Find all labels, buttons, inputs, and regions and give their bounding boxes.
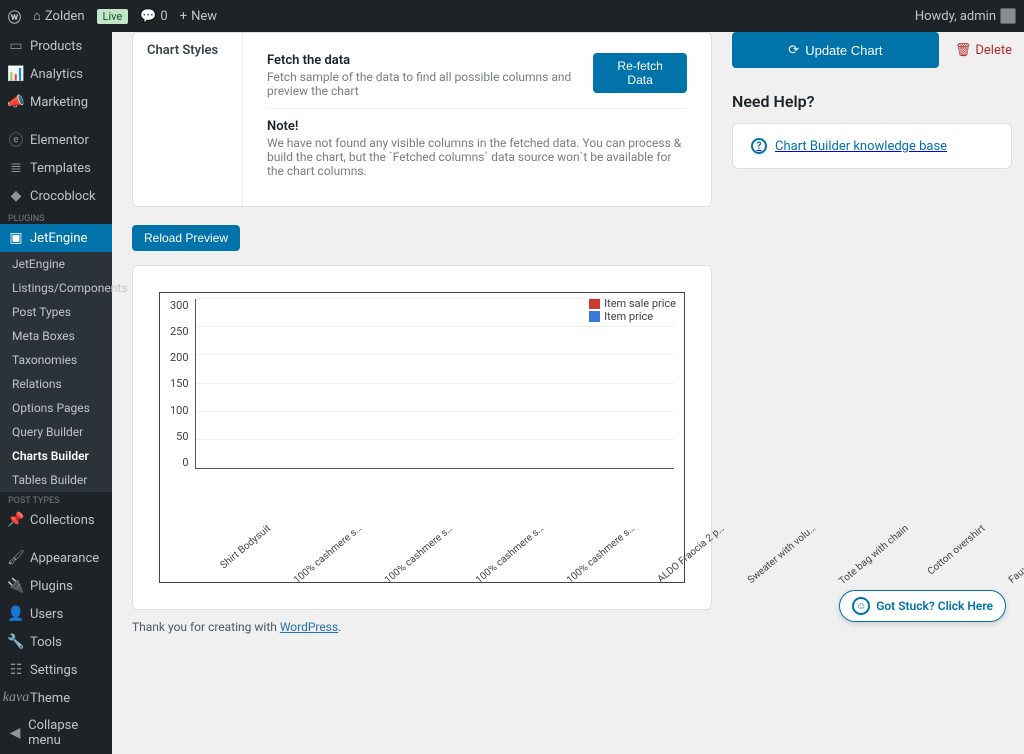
crocoblock-icon: ◆ xyxy=(8,188,24,204)
footer: Thank you for creating with WordPress. xyxy=(132,610,712,644)
user-icon: 👤 xyxy=(8,606,24,622)
nav-collections[interactable]: 📌Collections xyxy=(0,506,112,534)
sub-charts-builder[interactable]: Charts Builder xyxy=(0,444,112,468)
sub-taxonomies[interactable]: Taxonomies xyxy=(0,348,112,372)
kava-icon: kava xyxy=(8,690,24,706)
jetengine-icon: ▣ xyxy=(8,230,24,246)
avatar xyxy=(1000,8,1016,24)
site-link[interactable]: ⌂ Zolden xyxy=(33,8,85,24)
tab-chart-styles[interactable]: Chart Styles xyxy=(147,43,218,58)
sub-relations[interactable]: Relations xyxy=(0,372,112,396)
question-icon: ? xyxy=(751,138,767,154)
plus-icon: + xyxy=(180,9,187,24)
wordpress-icon: ⓦ xyxy=(8,7,21,26)
wrench-icon: 🔧 xyxy=(8,634,24,650)
comments-link[interactable]: 💬0 xyxy=(140,9,168,24)
sub-tables-builder[interactable]: Tables Builder xyxy=(0,468,112,492)
note-desc: We have not found any visible columns in… xyxy=(267,136,687,178)
got-stuck-button[interactable]: ☺ Got Stuck? Click Here xyxy=(839,590,1006,622)
nav-analytics[interactable]: 📊Analytics xyxy=(0,60,112,88)
trash-icon: 🗑 xyxy=(955,43,972,58)
note-heading: Note! xyxy=(267,119,687,134)
sub-query-builder[interactable]: Query Builder xyxy=(0,420,112,444)
templates-icon: ≣ xyxy=(8,160,24,176)
live-badge: Live xyxy=(97,9,129,24)
x-tick-label: Cotton overshirt xyxy=(926,523,988,577)
home-icon: ⌂ xyxy=(33,8,41,24)
admin-toolbar: ⓦ ⌂Zolden Live 💬0 +New Howdy, admin xyxy=(0,0,1024,32)
help-icon: ☺ xyxy=(852,597,870,615)
nav-tools[interactable]: 🔧Tools xyxy=(0,628,112,656)
fetch-desc: Fetch sample of the data to find all pos… xyxy=(267,70,573,98)
chart-preview: Item sale price Item price 3002502001501… xyxy=(132,265,712,610)
site-name: Zolden xyxy=(45,9,85,24)
sub-post-types[interactable]: Post Types xyxy=(0,300,112,324)
comment-count: 0 xyxy=(160,9,167,24)
sub-meta-boxes[interactable]: Meta Boxes xyxy=(0,324,112,348)
plug-icon: 🔌 xyxy=(8,578,24,594)
sub-listings[interactable]: Listings/Components xyxy=(0,276,112,300)
need-help-title: Need Help? xyxy=(732,92,1012,111)
pin-icon: 📌 xyxy=(8,512,24,528)
x-tick-label: Tote bag with chain xyxy=(837,523,911,587)
kb-label: Chart Builder knowledge base xyxy=(775,139,947,154)
nav-plugins[interactable]: 🔌Plugins xyxy=(0,572,112,600)
update-chart-button[interactable]: ⟳Update Chart xyxy=(732,32,939,68)
section-plugins: PLUGINS xyxy=(0,210,112,224)
wp-logo[interactable]: ⓦ xyxy=(8,7,21,26)
nav-appearance[interactable]: 🖌Appearance xyxy=(0,544,112,572)
refetch-button[interactable]: Re-fetch Data xyxy=(593,53,687,93)
new-link[interactable]: + New xyxy=(180,9,217,24)
fetch-section: Fetch the data Fetch sample of the data … xyxy=(267,43,687,109)
nav-elementor[interactable]: ⓔElementor xyxy=(0,126,112,154)
new-label: New xyxy=(191,9,217,24)
delete-link[interactable]: 🗑Delete xyxy=(955,43,1012,58)
products-icon: ▭ xyxy=(8,38,24,54)
nav-marketing[interactable]: 📣Marketing xyxy=(0,88,112,116)
refresh-icon: ⟳ xyxy=(788,42,799,58)
plot-area xyxy=(195,299,674,469)
howdy-link[interactable]: Howdy, admin xyxy=(915,8,1016,24)
nav-theme[interactable]: kavaTheme xyxy=(0,684,112,712)
marketing-icon: 📣 xyxy=(8,94,24,110)
nav-crocoblock[interactable]: ◆Crocoblock xyxy=(0,182,112,210)
footer-text: Thank you for creating with xyxy=(132,620,280,634)
nav-settings[interactable]: ☷Settings xyxy=(0,656,112,684)
brush-icon: 🖌 xyxy=(8,550,24,566)
wordpress-link[interactable]: WordPress xyxy=(280,620,338,634)
comment-icon: 💬 xyxy=(140,9,156,24)
nav-jetengine[interactable]: ▣JetEngine xyxy=(0,224,112,252)
section-posttypes: POST TYPES xyxy=(0,492,112,506)
nav-users[interactable]: 👤Users xyxy=(0,600,112,628)
sliders-icon: ☷ xyxy=(8,662,24,678)
collapse-menu[interactable]: ◀Collapse menu xyxy=(0,712,112,754)
howdy-text: Howdy, admin xyxy=(915,9,996,24)
kb-link[interactable]: ? Chart Builder knowledge base xyxy=(732,123,1012,169)
nav-templates[interactable]: ≣Templates xyxy=(0,154,112,182)
analytics-icon: 📊 xyxy=(8,66,24,82)
sub-jetengine[interactable]: JetEngine xyxy=(0,252,112,276)
x-tick-label: Sweater with volu… xyxy=(745,523,817,586)
note-section: Note! We have not found any visible colu… xyxy=(267,109,687,188)
nav-products[interactable]: ▭Products xyxy=(0,32,112,60)
fetch-heading: Fetch the data xyxy=(267,53,573,68)
elementor-icon: ⓔ xyxy=(8,132,24,148)
reload-preview-button[interactable]: Reload Preview xyxy=(132,225,240,251)
admin-sidebar: ▭Products 📊Analytics 📣Marketing ⓔElement… xyxy=(0,32,112,754)
y-axis: 300250200150100500 xyxy=(170,299,195,469)
collapse-icon: ◀ xyxy=(8,725,22,741)
x-axis: Shirt Bodysuit100% cashmere s…100% cashm… xyxy=(170,519,674,530)
x-tick-label: Faux leather biker… xyxy=(1007,523,1024,586)
sub-options-pages[interactable]: Options Pages xyxy=(0,396,112,420)
